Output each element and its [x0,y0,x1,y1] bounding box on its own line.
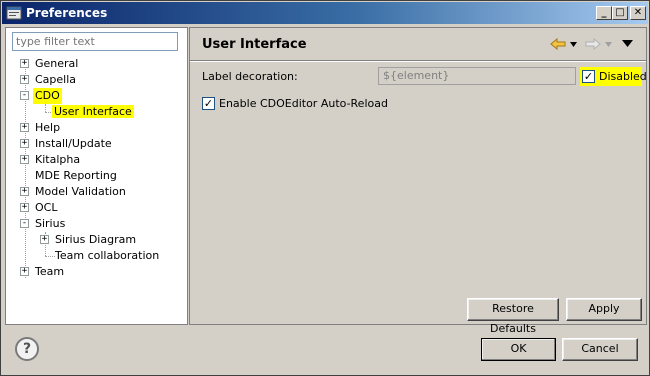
tree-item-label: OCL [35,201,58,214]
tree-item-label: Capella [35,73,77,86]
auto-reload-label: Enable CDOEditor Auto-Reload [219,97,388,110]
window-title: Preferences [26,6,108,20]
apply-button[interactable]: Apply [566,298,642,321]
tree-guide-line [45,256,55,257]
tree-item-label: CDO [33,88,62,104]
tree-item-label: Team [35,265,65,278]
tree-item-user-interface[interactable]: User Interface [52,104,134,120]
preference-tree-pane: + General + Capella - CDO User Interface… [5,27,188,325]
expand-icon[interactable]: + [20,267,29,276]
close-button[interactable]: ✕ [630,6,646,20]
tree-item-label: Sirius [35,217,66,230]
back-dropdown-icon[interactable] [570,42,577,47]
restore-defaults-button[interactable]: Restore Defaults [467,298,559,335]
title-bar[interactable]: Preferences _ □ ✕ [2,2,648,24]
preferences-app-icon [6,6,22,20]
disabled-label: Disabled [599,70,647,83]
expand-icon[interactable]: + [20,123,29,132]
expand-icon[interactable]: + [20,139,29,148]
cancel-button[interactable]: Cancel [562,338,638,361]
tree-item-label: Install/Update [35,137,112,150]
tree-item-label: Model Validation [35,185,126,198]
tree-item-label: Kitalpha [35,153,81,166]
tree-guide-line [45,104,46,112]
title-separator [190,60,646,62]
help-icon[interactable]: ? [15,337,39,361]
view-menu-icon[interactable] [622,40,633,47]
page-title: User Interface [202,37,307,52]
tree-item-label: Team collaboration [55,249,160,262]
expand-icon[interactable]: + [20,75,29,84]
tree-item-label: Help [35,121,61,134]
collapse-icon[interactable]: - [20,91,29,100]
disabled-checkbox-row[interactable]: ✓ Disabled [580,67,647,86]
expand-icon[interactable]: + [20,187,29,196]
expand-icon[interactable]: + [40,235,49,244]
back-arrow-icon[interactable] [550,38,566,50]
tree-item-label: User Interface [52,105,134,118]
auto-reload-checkbox[interactable]: ✓ [202,97,215,110]
label-decoration-field: ${element} [378,67,576,85]
tree-item-label: MDE Reporting [35,169,117,182]
preferences-window: Preferences _ □ ✕ + General + Capella - … [0,0,650,376]
filter-input[interactable] [12,32,178,51]
forward-arrow-icon[interactable] [585,38,601,50]
maximize-button[interactable]: □ [612,6,628,20]
forward-dropdown-icon[interactable] [605,42,612,47]
collapse-icon[interactable]: - [20,219,29,228]
expand-icon[interactable]: + [20,155,29,164]
tree-item-team-collaboration[interactable]: Team collaboration [55,248,159,264]
expand-icon[interactable]: + [20,59,29,68]
minimize-button[interactable]: _ [596,6,612,20]
label-decoration-label: Label decoration: [202,70,298,83]
expand-icon[interactable]: + [20,203,29,212]
disabled-checkbox[interactable]: ✓ [582,70,595,83]
tree-item-label: Sirius Diagram [55,233,137,246]
preference-page: User Interface Label decoration: ${eleme… [189,27,647,335]
ok-button[interactable]: OK [481,338,556,361]
tree-item-label: General [35,57,79,70]
